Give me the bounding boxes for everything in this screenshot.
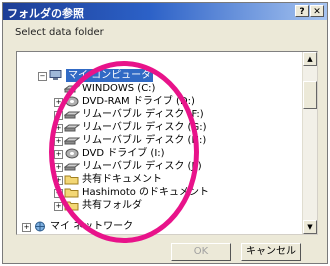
- tree-label: マイ ネットワーク: [50, 221, 134, 232]
- tree-label: 共有ドキュメント: [82, 174, 162, 185]
- removable-disk-icon: [63, 122, 81, 133]
- expand-toggle[interactable]: +: [54, 124, 63, 133]
- tree-row-h-drive[interactable]: + リムーバブル ディスク (H:): [17, 134, 303, 147]
- close-button[interactable]: ✕: [310, 5, 324, 17]
- tree-label: リムーバブル ディスク (H:): [82, 135, 207, 146]
- tree-row-c-drive[interactable]: WINDOWS (C:): [17, 82, 303, 95]
- tree-label: マイ コンピュータ: [66, 69, 154, 82]
- expand-toggle[interactable]: +: [54, 111, 63, 120]
- scroll-thumb[interactable]: [303, 81, 317, 109]
- tree-row-hashimoto-documents[interactable]: + Hashimoto のドキュメント: [17, 186, 303, 199]
- expand-toggle[interactable]: +: [22, 223, 31, 232]
- scroll-down-button[interactable]: ▼: [303, 220, 317, 234]
- tree-label: リムーバブル ディスク (F:): [82, 109, 204, 120]
- tree-row-i-drive[interactable]: + DVD ドライブ (I:): [17, 147, 303, 160]
- tree-label: 共有フォルダ: [82, 200, 142, 211]
- tree-label: DVD-RAM ドライブ (D:): [82, 96, 195, 107]
- expand-toggle[interactable]: +: [54, 137, 63, 146]
- dvd-drive-icon: [64, 96, 80, 107]
- tree-row-shared-documents[interactable]: + 共有ドキュメント: [17, 173, 303, 186]
- tree-row-d-drive[interactable]: + DVD-RAM ドライブ (D:): [17, 95, 303, 108]
- tree-label: リムーバブル ディスク (G:): [82, 122, 207, 133]
- expand-toggle[interactable]: +: [54, 163, 63, 172]
- folder-icon: [64, 187, 80, 198]
- ok-button[interactable]: OK: [171, 243, 231, 261]
- expand-toggle[interactable]: +: [54, 98, 63, 107]
- dvd-drive-icon: [64, 148, 80, 159]
- folder-icon: [64, 200, 80, 211]
- expand-toggle[interactable]: +: [54, 189, 63, 198]
- vertical-scrollbar[interactable]: ▲ ▼: [302, 52, 317, 234]
- tree-label: リムーバブル ディスク (J:): [82, 161, 202, 172]
- browse-folder-dialog: フォルダの参照 ? ✕ Select data folder − マイ コンピュ…: [2, 2, 328, 264]
- removable-disk-icon: [63, 161, 81, 172]
- tree-row-g-drive[interactable]: + リムーバブル ディスク (G:): [17, 121, 303, 134]
- scroll-up-button[interactable]: ▲: [303, 52, 317, 66]
- tree-label: DVD ドライブ (I:): [82, 148, 165, 159]
- computer-icon: [48, 70, 64, 81]
- removable-disk-icon: [63, 135, 81, 146]
- folder-icon: [64, 174, 80, 185]
- collapse-toggle[interactable]: −: [38, 72, 47, 81]
- tree-row-f-drive[interactable]: + リムーバブル ディスク (F:): [17, 108, 303, 121]
- tree-row-j-drive[interactable]: + リムーバブル ディスク (J:): [17, 160, 303, 173]
- expand-toggle[interactable]: +: [54, 150, 63, 159]
- tree-row-shared-folder[interactable]: + 共有フォルダ: [17, 199, 303, 212]
- folder-tree[interactable]: − マイ コンピュータ WINDOWS (C:) + DVD-RAM ドライブ …: [16, 51, 318, 235]
- tree-label: WINDOWS (C:): [82, 83, 156, 94]
- expand-toggle[interactable]: +: [54, 202, 63, 211]
- network-icon: [32, 221, 48, 232]
- tree-row-my-computer[interactable]: − マイ コンピュータ: [17, 69, 303, 82]
- tree-row-my-network[interactable]: + マイ ネットワーク: [17, 220, 303, 233]
- expand-toggle[interactable]: +: [54, 176, 63, 185]
- prompt-text: Select data folder: [15, 27, 104, 38]
- help-button[interactable]: ?: [295, 5, 309, 17]
- removable-disk-icon: [63, 109, 81, 120]
- tree-label: Hashimoto のドキュメント: [82, 187, 210, 198]
- title-bar[interactable]: フォルダの参照 ? ✕: [3, 3, 327, 20]
- hard-drive-icon: [63, 83, 81, 94]
- cancel-button[interactable]: キャンセル: [241, 243, 301, 261]
- dialog-title: フォルダの参照: [7, 7, 84, 20]
